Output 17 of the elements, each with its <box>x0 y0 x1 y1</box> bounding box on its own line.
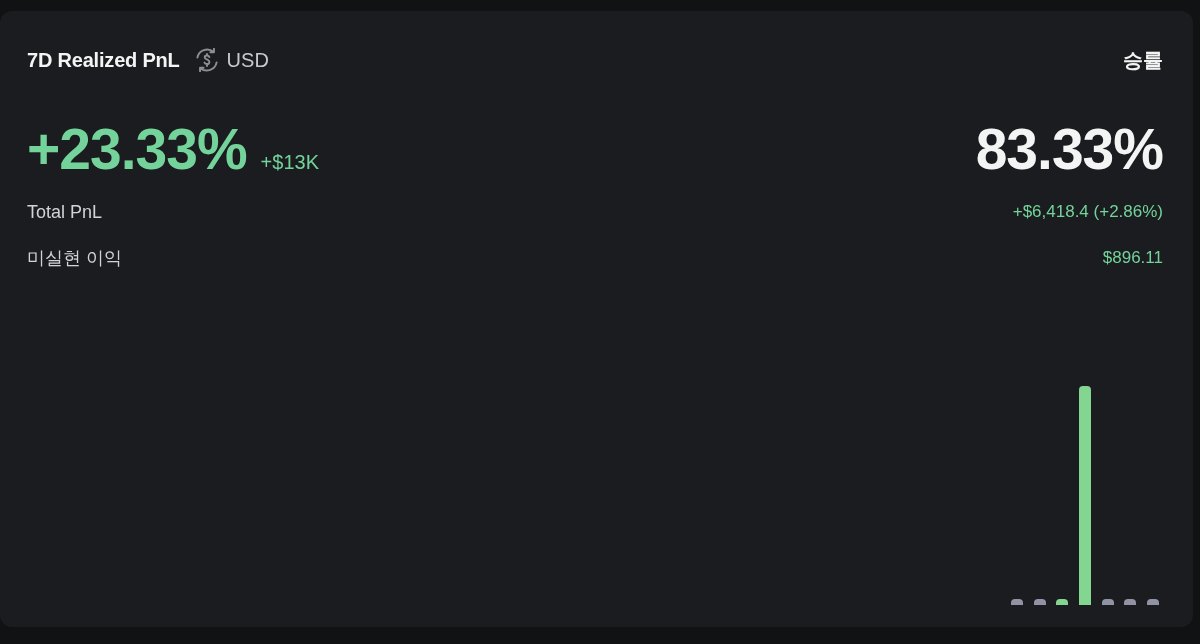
currency-toggle[interactable]: USD <box>194 48 269 72</box>
pnl-amount: +$13K <box>260 151 319 174</box>
chart-bar <box>1056 599 1069 605</box>
chart-bar <box>1033 599 1046 605</box>
chart-bar <box>1010 599 1023 605</box>
card-title: 7D Realized PnL <box>27 48 180 72</box>
stat-value: $896.11 <box>1102 248 1163 268</box>
chart-bar <box>1147 599 1159 605</box>
stat-value: +$6,418.4 (+2.86%) <box>1012 202 1163 222</box>
dollar-cycle-icon <box>194 48 219 72</box>
stat-label: Total PnL <box>27 201 103 223</box>
win-rate-label: 승률 <box>1123 47 1163 73</box>
chart-bar <box>1124 599 1137 605</box>
stat-label: 미실현 이익 <box>27 247 122 270</box>
win-rate-value: 83.33% <box>975 119 1163 179</box>
chart-bar <box>1101 599 1114 605</box>
pnl-percent: +23.33% <box>27 119 247 179</box>
